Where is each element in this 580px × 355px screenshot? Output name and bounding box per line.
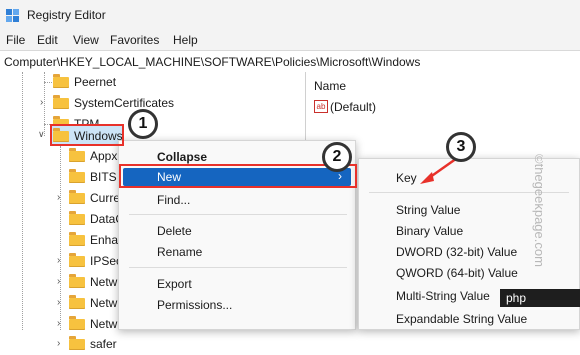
- chevron-right-icon[interactable]: ›: [57, 193, 64, 203]
- tree-node-ipsec[interactable]: › IPSec: [0, 251, 122, 272]
- tree-node-enhanced[interactable]: Enhar: [0, 230, 122, 251]
- folder-icon: [69, 148, 85, 162]
- tree-node-label: Netw: [90, 317, 118, 331]
- submenu-item-binary-value[interactable]: Binary Value: [396, 224, 463, 238]
- menu-separator: [129, 267, 347, 268]
- tree-node-network-1[interactable]: › Netw: [0, 272, 118, 293]
- tree-node-datacollection[interactable]: DataC: [0, 209, 124, 230]
- tree-node-bits[interactable]: BITS: [0, 167, 118, 188]
- menu-item-permissions[interactable]: Permissions...: [157, 298, 232, 312]
- tree-node-label: Peernet: [74, 75, 117, 89]
- tree-node-label: SystemCertificates: [74, 96, 175, 110]
- menu-view[interactable]: View: [73, 33, 99, 47]
- menu-file[interactable]: File: [6, 33, 25, 47]
- registry-editor-icon: [6, 9, 19, 22]
- tree-node-currentversion[interactable]: › Curre: [0, 188, 121, 209]
- tree-node-label: safer: [90, 337, 117, 351]
- value-row-default[interactable]: ab (Default): [314, 99, 434, 117]
- menu-item-collapse[interactable]: Collapse: [157, 150, 207, 164]
- folder-icon: [69, 232, 85, 246]
- menu-item-export[interactable]: Export: [157, 277, 192, 291]
- folder-icon: [69, 211, 85, 225]
- address-path[interactable]: Computer\HKEY_LOCAL_MACHINE\SOFTWARE\Pol…: [4, 55, 420, 69]
- step-badge-3: 3: [446, 132, 476, 162]
- folder-icon: [69, 253, 85, 267]
- tree-node-peernet[interactable]: Peernet: [0, 72, 305, 93]
- tree-node-label: Netw: [90, 296, 118, 310]
- tree-node-appx[interactable]: Appx: [0, 146, 118, 167]
- chevron-right-icon[interactable]: ›: [57, 319, 64, 329]
- chevron-right-icon[interactable]: ›: [57, 277, 64, 287]
- highlight-box-windows: [50, 124, 124, 146]
- chevron-right-icon[interactable]: ›: [40, 98, 47, 108]
- step-badge-1: 1: [128, 109, 158, 139]
- php-badge-label: php: [506, 291, 527, 305]
- menu-edit[interactable]: Edit: [37, 33, 58, 47]
- menu-item-delete[interactable]: Delete: [157, 224, 192, 238]
- string-value-icon: ab: [314, 100, 328, 113]
- tree-node-network-3[interactable]: › Netw: [0, 314, 118, 335]
- folder-icon: [69, 336, 85, 350]
- column-header-name[interactable]: Name: [314, 79, 346, 93]
- chevron-down-icon[interactable]: ∨: [38, 130, 45, 139]
- watermark-text: ©thegeekpage.com: [532, 154, 543, 267]
- menu-separator: [129, 214, 347, 215]
- menu-item-find[interactable]: Find...: [157, 193, 190, 207]
- chevron-right-icon[interactable]: ›: [57, 256, 64, 266]
- folder-icon: [69, 295, 85, 309]
- tree-node-network-2[interactable]: › Netw: [0, 293, 118, 314]
- address-bar[interactable]: Computer\HKEY_LOCAL_MACHINE\SOFTWARE\Pol…: [0, 50, 580, 74]
- tree-node-safer[interactable]: › safer: [0, 334, 118, 355]
- php-badge: php: [500, 289, 580, 307]
- submenu-item-multi-string-value[interactable]: Multi-String Value: [396, 289, 490, 303]
- tree-node-label: Appx: [90, 149, 118, 163]
- submenu-item-expandable-string-value[interactable]: Expandable String Value: [396, 312, 527, 326]
- folder-icon: [69, 169, 85, 183]
- submenu-item-key[interactable]: Key: [396, 171, 417, 185]
- submenu-item-string-value[interactable]: String Value: [396, 203, 460, 217]
- watermark: ©thegeekpage.com: [532, 154, 543, 267]
- folder-icon: [53, 95, 69, 109]
- tree-node-label: Netw: [90, 275, 118, 289]
- chevron-right-icon[interactable]: ›: [57, 339, 64, 349]
- step-badge-2: 2: [322, 142, 352, 172]
- tree-node-systemcertificates[interactable]: › SystemCertificates: [0, 93, 305, 114]
- tree-node-label: Curre: [90, 191, 121, 205]
- value-name: (Default): [330, 100, 377, 114]
- menu-help[interactable]: Help: [173, 33, 198, 47]
- menu-bar: File Edit View Favorites Help: [0, 30, 580, 50]
- submenu-item-dword-value[interactable]: DWORD (32-bit) Value: [396, 245, 517, 259]
- submenu-item-qword-value[interactable]: QWORD (64-bit) Value: [396, 266, 518, 280]
- folder-icon: [69, 316, 85, 330]
- title-bar: Registry Editor: [0, 0, 580, 30]
- folder-icon: [69, 190, 85, 204]
- folder-icon: [69, 274, 85, 288]
- window-title: Registry Editor: [27, 8, 106, 22]
- chevron-right-icon[interactable]: ›: [57, 298, 64, 308]
- folder-icon: [53, 74, 69, 88]
- highlight-box-new: [119, 164, 357, 188]
- menu-item-rename[interactable]: Rename: [157, 245, 202, 259]
- tree-node-label: BITS: [90, 170, 117, 184]
- menu-favorites[interactable]: Favorites: [110, 33, 159, 47]
